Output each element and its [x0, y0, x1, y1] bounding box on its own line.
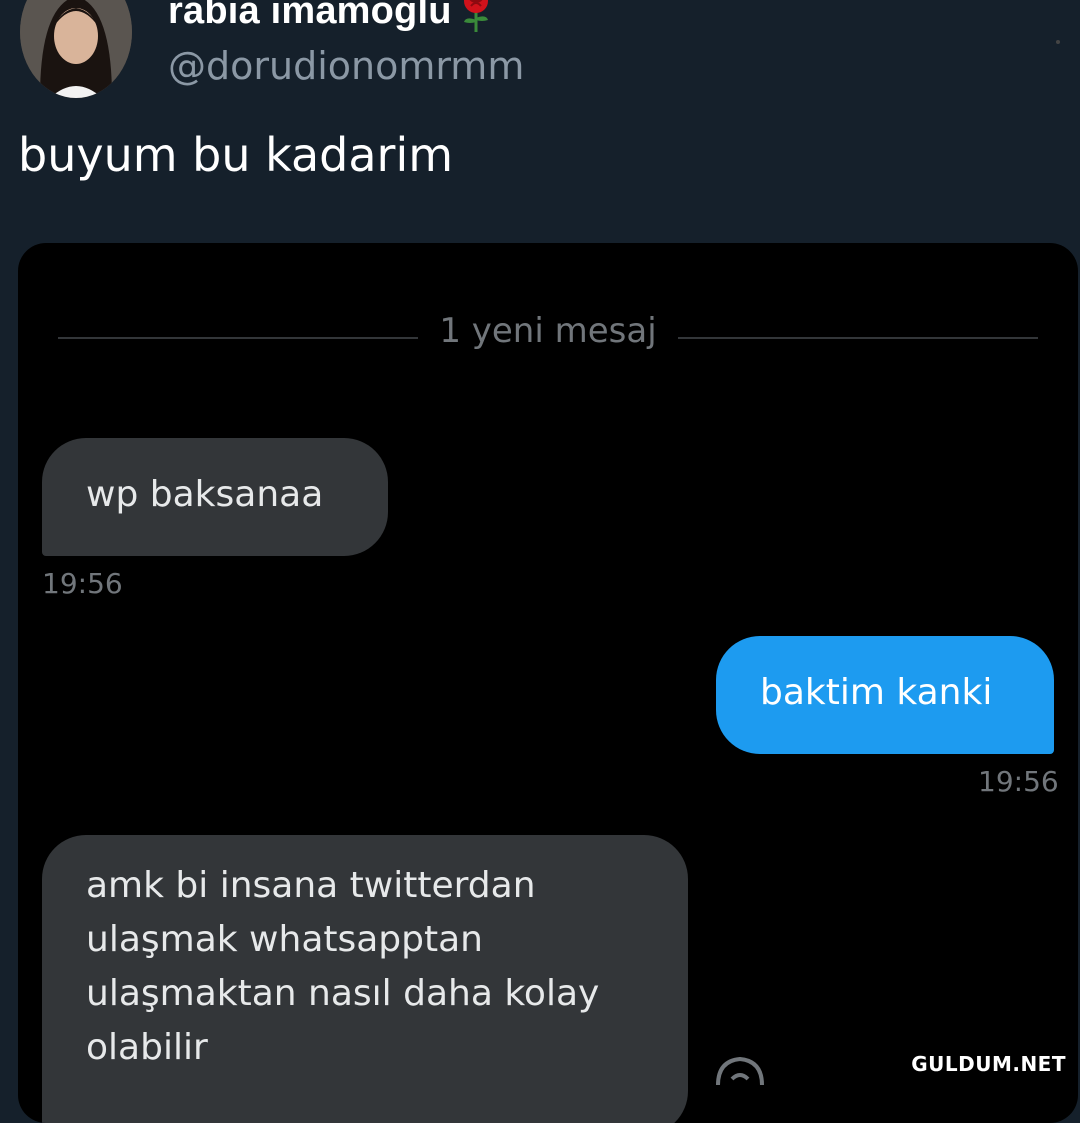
incoming-message-bubble[interactable]: wp baksanaa	[42, 438, 388, 556]
tweet-text: buyum bu kadarim	[18, 128, 454, 182]
message-text-line: ulaşmak whatsapptan	[86, 919, 484, 960]
avatar-photo	[20, 0, 132, 98]
divider-line-right	[678, 337, 1038, 339]
message-timestamp: 19:56	[978, 765, 1059, 798]
watermark: GULDUM.NET	[905, 1050, 1072, 1078]
new-message-divider: 1 yeni mesaj	[58, 311, 1038, 351]
message-text-line: amk bi insana twitterdan	[86, 865, 536, 906]
message-text: baktim kanki	[760, 672, 993, 713]
tweet-header: rabia imamoglu @dorudionomrmm	[0, 0, 1080, 110]
display-name-row: rabia imamoglu	[168, 0, 494, 34]
more-options-icon[interactable]	[1056, 40, 1060, 44]
add-reaction-icon[interactable]	[710, 1051, 770, 1091]
display-name[interactable]: rabia imamoglu	[168, 0, 452, 33]
avatar[interactable]	[20, 0, 132, 98]
message-text: wp baksanaa	[86, 474, 324, 515]
message-text-line: olabilir	[86, 1027, 208, 1068]
message-timestamp: 19:56	[42, 567, 123, 600]
outgoing-message-bubble[interactable]: baktim kanki	[716, 636, 1054, 754]
new-message-label: 1 yeni mesaj	[439, 311, 657, 351]
tweet-media-screenshot[interactable]: 1 yeni mesaj wp baksanaa 19:56 baktim ka…	[18, 243, 1078, 1123]
rose-icon	[458, 0, 494, 34]
message-text-line: ulaşmaktan nasıl daha kolay	[86, 973, 600, 1014]
user-handle[interactable]: @dorudionomrmm	[168, 44, 524, 88]
divider-line-left	[58, 337, 418, 339]
